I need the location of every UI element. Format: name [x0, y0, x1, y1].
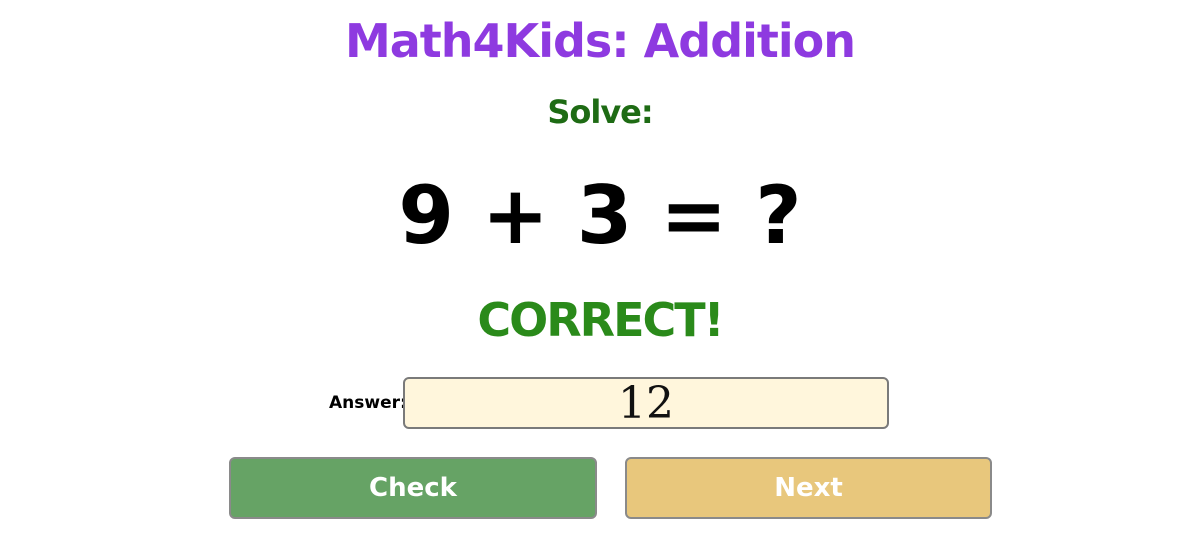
solve-prompt: Solve:	[547, 93, 653, 131]
check-button[interactable]: Check	[229, 457, 597, 519]
math-problem: 9 + 3 = ?	[398, 169, 802, 262]
answer-input[interactable]	[403, 377, 889, 429]
next-button[interactable]: Next	[625, 457, 992, 519]
answer-label: Answer:	[329, 393, 407, 413]
feedback-message: CORRECT!	[477, 293, 724, 347]
app-title: Math4Kids: Addition	[344, 14, 856, 68]
